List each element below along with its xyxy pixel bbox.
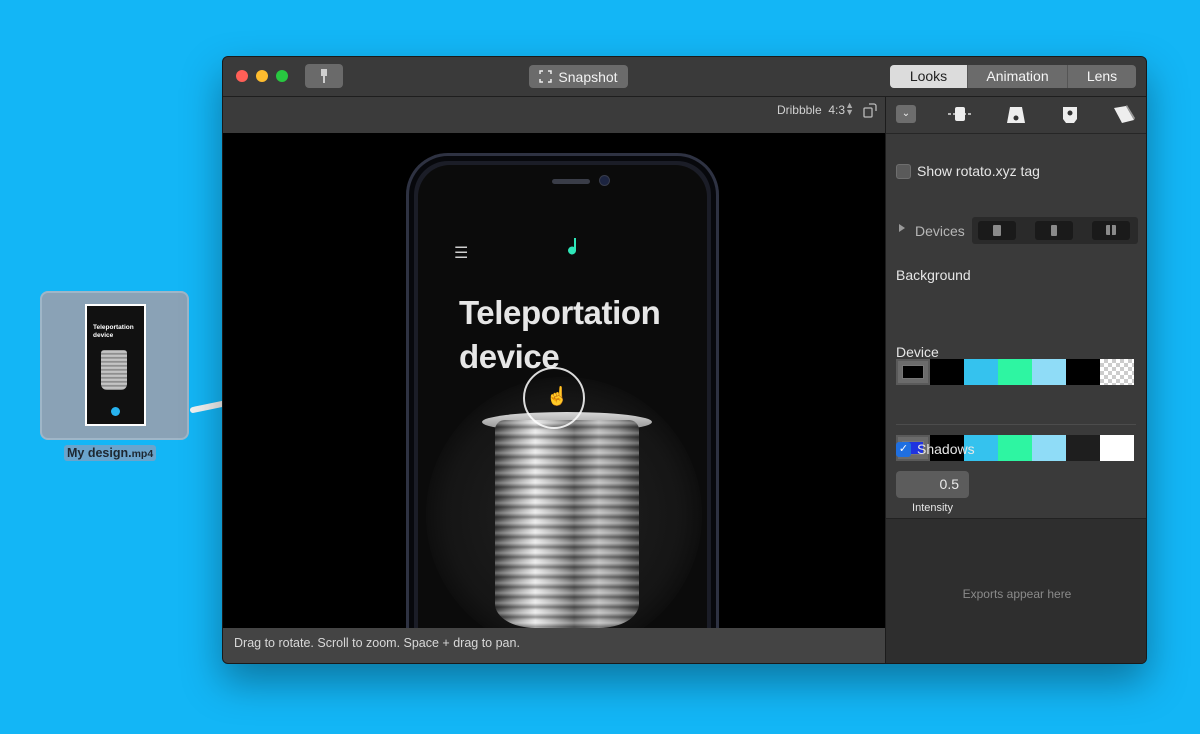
zoom-window-button[interactable] bbox=[276, 70, 288, 82]
background-swatch-selected-color bbox=[902, 365, 924, 379]
thumbnail-can bbox=[101, 350, 127, 390]
device-color-label: Device bbox=[896, 344, 939, 360]
aspect-stepper-icon[interactable]: ▲ ▼ bbox=[845, 101, 854, 117]
exports-area: Exports appear here bbox=[886, 518, 1146, 663]
aspect-ratio: 4:3 bbox=[828, 103, 845, 117]
background-swatch-green[interactable] bbox=[998, 359, 1032, 385]
background-label: Background bbox=[896, 267, 971, 283]
video-file-icon[interactable]: Teleportation device bbox=[40, 291, 189, 440]
file-name: My design. bbox=[67, 446, 132, 460]
device-view-toolbar: ⌄ bbox=[886, 97, 1146, 134]
background-swatch-selected[interactable] bbox=[896, 359, 930, 385]
file-extension: mp4 bbox=[131, 448, 154, 460]
pin-button[interactable] bbox=[305, 64, 343, 88]
menu-icon: ☰ bbox=[454, 245, 469, 262]
speaker-grille bbox=[552, 179, 590, 184]
status-bar: Drag to rotate. Scroll to zoom. Space + … bbox=[223, 628, 885, 663]
view-front-icon[interactable] bbox=[946, 104, 974, 124]
background-swatch-light-blue[interactable] bbox=[1032, 359, 1066, 385]
snapshot-label: Snapshot bbox=[558, 68, 618, 85]
device-layout-selector bbox=[972, 217, 1138, 244]
show-tag-label: Show rotato.xyz tag bbox=[917, 163, 1040, 179]
tin-can-image bbox=[495, 420, 639, 628]
close-window-button[interactable] bbox=[236, 70, 248, 82]
screen-headline: Teleportation device bbox=[459, 294, 661, 375]
shadows-label: Shadows bbox=[917, 441, 975, 457]
background-swatch-blue[interactable] bbox=[964, 359, 998, 385]
device-swatch-light-blue[interactable] bbox=[1032, 435, 1066, 461]
pin-icon bbox=[321, 69, 327, 83]
intensity-input[interactable]: 0.5 bbox=[896, 471, 969, 498]
device-swatch-dark[interactable] bbox=[1066, 435, 1100, 461]
preset-name: Dribbble bbox=[776, 103, 822, 117]
looks-panel: ⌄ Show rotato.xyz tag Devices Background bbox=[886, 97, 1146, 663]
snapshot-icon bbox=[539, 70, 553, 83]
file-name-label[interactable]: My design.mp4 bbox=[64, 445, 157, 461]
tab-animation[interactable]: Animation bbox=[967, 65, 1067, 88]
tab-looks[interactable]: Looks bbox=[890, 65, 967, 88]
single-device-button[interactable] bbox=[978, 221, 1016, 240]
minimize-window-button[interactable] bbox=[256, 70, 268, 82]
shadows-checkbox[interactable]: ✓ bbox=[896, 441, 911, 457]
intensity-label: Intensity bbox=[912, 502, 953, 514]
multi-device-button[interactable] bbox=[1092, 221, 1130, 240]
thumbnail-title: Teleportation device bbox=[93, 324, 134, 339]
mode-tabs: Looks Animation Lens bbox=[890, 65, 1136, 88]
view-tilt-up-icon[interactable] bbox=[1060, 104, 1080, 126]
show-tag-checkbox[interactable] bbox=[896, 163, 911, 179]
devices-label: Devices bbox=[915, 223, 965, 239]
device-swatch-green[interactable] bbox=[998, 435, 1032, 461]
app-window: Snapshot Looks Animation Lens Dribbble 4… bbox=[222, 56, 1147, 664]
show-tag-checkbox-row[interactable]: Show rotato.xyz tag bbox=[896, 163, 1040, 179]
thumbnail-button bbox=[111, 407, 120, 416]
app-logo-icon bbox=[568, 238, 576, 255]
front-camera bbox=[600, 176, 609, 185]
preset-selector[interactable]: Dribbble 4:3 bbox=[777, 103, 845, 117]
snapshot-button[interactable]: Snapshot bbox=[529, 65, 628, 88]
view-angled-icon[interactable] bbox=[1112, 104, 1136, 126]
devices-section: Devices bbox=[896, 217, 1138, 244]
hand-cursor-icon: ☝ bbox=[546, 386, 569, 406]
tab-lens[interactable]: Lens bbox=[1067, 65, 1136, 88]
background-swatch-transparent[interactable] bbox=[1100, 359, 1134, 385]
disclosure-triangle-icon[interactable] bbox=[899, 224, 905, 232]
section-divider bbox=[896, 424, 1136, 425]
background-swatches bbox=[896, 359, 1136, 385]
exports-placeholder: Exports appear here bbox=[962, 587, 1072, 601]
chevron-down-icon[interactable]: ⌄ bbox=[896, 105, 916, 123]
view-tilt-down-icon[interactable] bbox=[1005, 104, 1027, 126]
tall-device-button[interactable] bbox=[1035, 221, 1073, 240]
shadows-checkbox-row[interactable]: ✓ Shadows bbox=[896, 441, 975, 457]
file-thumbnail: Teleportation device bbox=[85, 304, 146, 426]
background-swatch-black-2[interactable] bbox=[1066, 359, 1100, 385]
title-bar: Snapshot Looks Animation Lens bbox=[223, 57, 1146, 97]
background-swatch-black[interactable] bbox=[930, 359, 964, 385]
canvas-toolbar: Dribbble 4:3 ▲ ▼ bbox=[223, 97, 885, 133]
render-canvas[interactable]: ☰ Teleportation device ☝ bbox=[223, 133, 885, 628]
device-swatch-white[interactable] bbox=[1100, 435, 1134, 461]
orientation-icon[interactable] bbox=[862, 102, 878, 118]
